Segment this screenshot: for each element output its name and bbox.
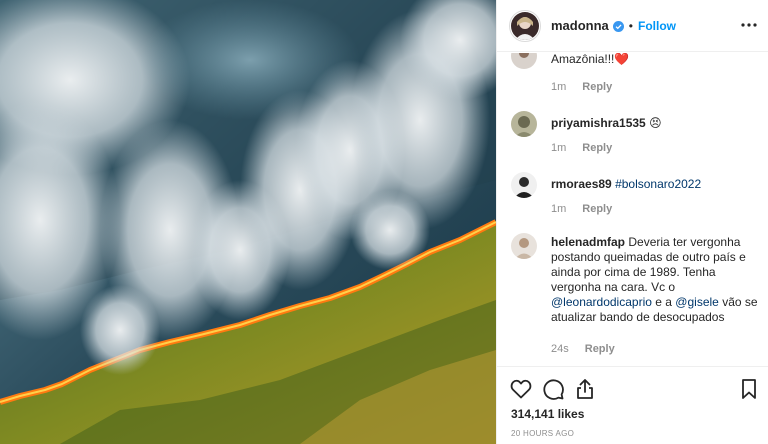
comment-meta: 1m Reply: [551, 81, 761, 93]
mention-link[interactable]: @leonardodicaprio: [551, 295, 652, 309]
comment-meta: 1m Reply: [551, 142, 761, 154]
author-avatar-image: [511, 11, 539, 40]
post-actions: 314,141 likes 20 HOURS AGO: [497, 366, 768, 444]
comment-age: 24s: [551, 343, 569, 355]
comment-text: Amazônia!!!❤️: [551, 53, 630, 66]
header-separator: •: [628, 18, 633, 33]
verified-badge-icon: [612, 20, 624, 32]
reply-button[interactable]: Reply: [582, 203, 612, 215]
likes-count[interactable]: 314,141 likes: [511, 407, 584, 421]
comment-text: helenadmfap Deveria ter vergonha postand…: [551, 233, 761, 325]
heart-icon[interactable]: [509, 377, 533, 401]
author-avatar[interactable]: [509, 9, 541, 42]
comment-age: 1m: [551, 142, 567, 154]
comments-list[interactable]: Amazônia!!!❤️ 1m Reply priyamishra1535 😣: [497, 53, 768, 366]
comment-meta: 1m Reply: [551, 203, 761, 215]
post-timestamp: 20 HOURS AGO: [511, 429, 575, 438]
post-photo[interactable]: [0, 0, 496, 444]
commenter-avatar[interactable]: [511, 53, 537, 69]
reply-button[interactable]: Reply: [582, 142, 612, 154]
wildfire-aerial-image: [0, 0, 496, 444]
comment-bubble-icon[interactable]: [541, 377, 565, 401]
comment-age: 1m: [551, 203, 567, 215]
reply-button[interactable]: Reply: [582, 81, 612, 93]
commenter-avatar[interactable]: [511, 111, 537, 137]
more-options-icon[interactable]: [739, 16, 759, 34]
post-header: madonna • Follow: [497, 0, 768, 52]
comment-text: priyamishra1535 😣: [551, 111, 761, 131]
commenter-username[interactable]: rmoraes89: [551, 177, 612, 191]
comment-item: helenadmfap Deveria ter vergonha postand…: [511, 233, 761, 355]
comment-item: Amazônia!!!❤️ 1m Reply: [511, 53, 761, 93]
bookmark-icon[interactable]: [737, 377, 761, 401]
comment-content: e a: [655, 295, 672, 309]
comment-meta: 24s Reply: [551, 343, 761, 355]
author-username[interactable]: madonna: [551, 18, 609, 33]
reply-button[interactable]: Reply: [585, 343, 615, 355]
instagram-post: madonna • Follow Amazônia!!!❤️ 1m Reply …: [0, 0, 768, 444]
commenter-username[interactable]: priyamishra1535: [551, 116, 646, 130]
comment-text: rmoraes89 #bolsonaro2022: [551, 172, 761, 192]
share-icon[interactable]: [573, 377, 597, 401]
comment-item: priyamishra1535 😣 1m Reply: [511, 111, 761, 154]
commenter-avatar[interactable]: [511, 233, 537, 259]
mention-link[interactable]: @gisele: [675, 295, 719, 309]
commenter-username[interactable]: helenadmfap: [551, 235, 625, 249]
comment-content: 😣: [649, 116, 662, 130]
comment-item: rmoraes89 #bolsonaro2022 1m Reply: [511, 172, 761, 215]
commenter-avatar[interactable]: [511, 172, 537, 198]
comment-age: 1m: [551, 81, 567, 93]
post-side-panel: madonna • Follow Amazônia!!!❤️ 1m Reply …: [496, 0, 768, 444]
follow-button[interactable]: Follow: [638, 19, 676, 33]
hashtag-link[interactable]: #bolsonaro2022: [615, 177, 701, 191]
